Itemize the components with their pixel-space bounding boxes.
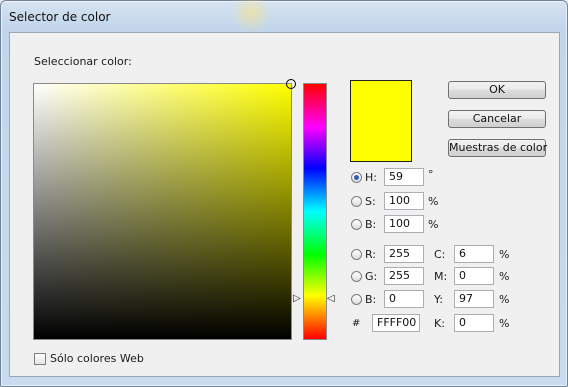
hue-slider[interactable]	[303, 83, 327, 340]
yellow-label: Y:	[434, 293, 443, 306]
hex-field[interactable]: FFFF00	[372, 314, 420, 332]
magenta-unit: %	[499, 270, 510, 283]
saturation-field[interactable]: 100	[384, 192, 424, 210]
black-unit: %	[499, 317, 510, 330]
yellow-unit: %	[499, 293, 510, 306]
hue-field[interactable]: 59	[384, 168, 424, 186]
saturation-unit: %	[428, 195, 439, 208]
magenta-label: M:	[434, 270, 448, 283]
web-colors-only-checkbox[interactable]	[34, 353, 46, 365]
ok-button[interactable]: OK	[448, 81, 546, 99]
saturation-radio[interactable]	[351, 196, 362, 207]
sv-marker-icon	[286, 79, 296, 89]
saturation-brightness-field[interactable]	[33, 79, 296, 340]
web-colors-only-label: Sólo colores Web	[50, 352, 144, 365]
blue-label: B:	[365, 293, 377, 306]
saturation-label: S:	[365, 195, 376, 208]
color-swatches-button[interactable]: Muestras de color	[448, 139, 547, 157]
blue-radio[interactable]	[351, 294, 362, 305]
green-radio[interactable]	[351, 271, 362, 282]
color-picker-window: Selector de color Seleccionar color: ▷ ◁…	[0, 0, 568, 387]
window-title: Selector de color	[9, 10, 111, 24]
brightness-field[interactable]: 100	[384, 215, 424, 233]
blue-field[interactable]: 0	[384, 290, 424, 308]
cancel-button[interactable]: Cancelar	[448, 110, 546, 128]
title-glow	[231, 0, 271, 33]
green-label: G:	[365, 270, 378, 283]
picker-heading: Seleccionar color:	[34, 55, 132, 68]
magenta-field[interactable]: 0	[454, 267, 494, 285]
hue-slider-arrow-icon[interactable]: ▷	[293, 293, 301, 304]
yellow-field[interactable]: 97	[454, 290, 494, 308]
cyan-field[interactable]: 6	[454, 245, 494, 263]
black-field[interactable]: 0	[454, 314, 494, 332]
hue-label: H:	[365, 171, 377, 184]
hue-slider-arrow-icon[interactable]: ◁	[327, 293, 335, 304]
cyan-unit: %	[499, 248, 510, 261]
brightness-radio[interactable]	[351, 219, 362, 230]
current-color-swatch	[350, 80, 412, 162]
green-field[interactable]: 255	[384, 267, 424, 285]
dialog-client: Seleccionar color: ▷ ◁ OK Cancelar Muest…	[9, 32, 560, 377]
black-label: K:	[434, 317, 445, 330]
hue-unit: °	[428, 168, 434, 181]
red-radio[interactable]	[351, 249, 362, 260]
red-label: R:	[365, 248, 377, 261]
cyan-label: C:	[434, 248, 446, 261]
brightness-label: B:	[365, 218, 377, 231]
brightness-unit: %	[428, 218, 439, 231]
red-field[interactable]: 255	[384, 245, 424, 263]
hex-label: #	[352, 318, 361, 329]
hue-radio[interactable]	[351, 172, 362, 183]
